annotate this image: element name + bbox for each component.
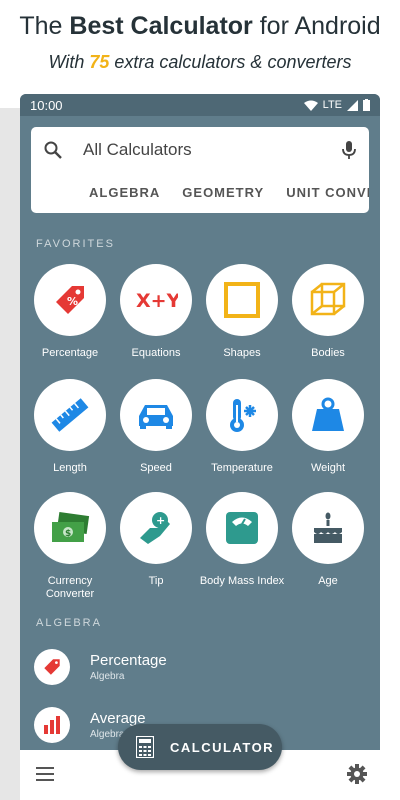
money-icon: $ <box>52 511 90 542</box>
calculator-fab-label: CALCULATOR <box>170 739 275 755</box>
percent-tag-icon: % <box>56 286 84 314</box>
car-icon <box>139 405 173 429</box>
network-label: LTE <box>322 99 342 111</box>
phone-shadow <box>0 108 22 800</box>
phone-screen: 10:00 LTE All Calculators ALGEBRA GEOMET… <box>20 94 380 800</box>
favorite-currency-converter[interactable]: $ Currency Converter <box>27 492 113 601</box>
favorite-temperature[interactable]: Temperature <box>199 379 285 475</box>
favorite-bodies[interactable]: Bodies <box>285 264 371 360</box>
tab-unit-converter[interactable]: UNIT CONVERT <box>286 185 369 200</box>
cube-icon <box>310 282 346 316</box>
favorite-equations[interactable]: X+Y Equations <box>113 264 199 360</box>
search-card: All Calculators ALGEBRA GEOMETRY UNIT CO… <box>31 127 369 213</box>
weight-icon <box>312 397 344 431</box>
calculator-icon <box>136 736 154 758</box>
signal-icon <box>347 99 358 111</box>
list-item-title: Percentage <box>90 652 167 669</box>
search-icon[interactable] <box>43 140 63 160</box>
favorite-percentage[interactable]: % Percentage <box>27 264 113 360</box>
menu-icon[interactable] <box>36 767 54 781</box>
microphone-icon[interactable] <box>341 140 357 160</box>
square-shape-icon <box>224 282 260 318</box>
tab-algebra[interactable]: ALGEBRA <box>89 185 160 200</box>
list-item-subtitle: Algebra <box>90 671 125 682</box>
promo-subtitle: With 75 extra calculators & converters <box>48 52 352 72</box>
algebra-heading: ALGEBRA <box>36 617 102 629</box>
thermometer-icon <box>230 399 256 432</box>
promo-title: The Best Calculator for Android <box>19 12 381 40</box>
favorite-tip[interactable]: + Tip <box>113 492 199 588</box>
favorite-weight[interactable]: Weight <box>285 379 371 475</box>
ruler-icon <box>51 398 89 432</box>
svg-text:%: % <box>67 295 78 308</box>
tab-geometry[interactable]: GEOMETRY <box>182 185 264 200</box>
svg-text:+: + <box>156 514 165 527</box>
svg-text:X+Y: X+Y <box>136 290 178 312</box>
favorite-length[interactable]: Length <box>27 379 113 475</box>
search-input[interactable]: All Calculators <box>83 140 341 160</box>
bar-chart-icon <box>44 716 60 734</box>
cake-icon <box>314 512 342 543</box>
favorites-heading: FAVORITES <box>36 238 115 250</box>
battery-icon <box>363 99 370 111</box>
settings-gear-icon[interactable] <box>347 764 367 784</box>
svg-text:$: $ <box>65 529 71 539</box>
favorite-body-mass-index[interactable]: Body Mass Index <box>199 492 285 588</box>
scale-icon <box>226 512 258 544</box>
calculator-fab[interactable]: CALCULATOR <box>118 724 282 770</box>
favorite-shapes[interactable]: Shapes <box>199 264 285 360</box>
equation-xy-icon: X+Y <box>136 290 178 312</box>
status-time: 10:00 <box>30 97 63 113</box>
favorite-age[interactable]: Age <box>285 492 371 588</box>
list-item-percentage[interactable]: Percentage Algebra <box>34 649 167 685</box>
percent-tag-icon <box>44 659 60 675</box>
tip-hand-icon: + <box>140 512 170 544</box>
category-tabs: ALGEBRA GEOMETRY UNIT CONVERT <box>31 185 369 200</box>
status-bar: 10:00 LTE <box>20 94 380 116</box>
favorite-speed[interactable]: Speed <box>113 379 199 475</box>
wifi-icon <box>303 100 318 111</box>
